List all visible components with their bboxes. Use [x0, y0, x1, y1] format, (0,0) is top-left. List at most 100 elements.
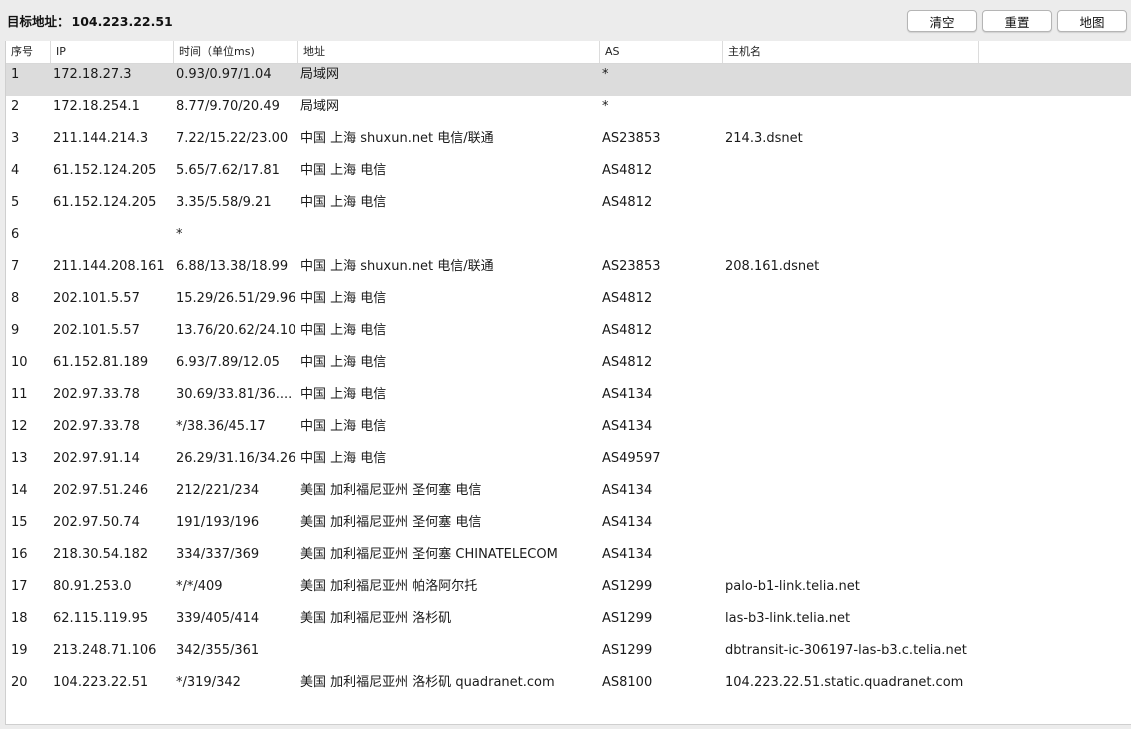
as-cell: AS49597 — [602, 451, 661, 466]
ip-cell: 172.18.27.3 — [53, 67, 132, 82]
table-row[interactable]: 11 202.97.33.78 30.69/33.81/36.... 中国 上海 电信… — [6, 384, 1131, 416]
table-row[interactable]: 14 202.97.51.246 212/221/234 美国 加利福尼亚州 圣何塞 … — [6, 480, 1131, 512]
as-cell: AS4134 — [602, 515, 653, 530]
hostname-cell — [725, 96, 1125, 118]
table-row[interactable]: 7 211.144.208.161 6.88/13.38/18.99 中国 上海 sh… — [6, 256, 1131, 288]
hostname-cell — [725, 320, 1125, 342]
as-cell: AS4812 — [602, 323, 653, 338]
hostname-cell — [725, 224, 1125, 246]
ip-cell: 80.91.253.0 — [53, 579, 132, 594]
table-row[interactable]: 19 213.248.71.106 342/355/361 AS1299 dbtrans… — [6, 640, 1131, 672]
hop-cell: 17 — [11, 579, 28, 594]
ip-cell: 61.152.124.205 — [53, 163, 157, 178]
ip-cell: 104.223.22.51 — [53, 675, 149, 690]
column-header-ip[interactable]: IP — [51, 41, 174, 63]
time-cell: 26.29/31.16/34.26 — [176, 451, 295, 466]
hostname-cell: dbtransit-ic-306197-las-b3.c.telia.net — [725, 643, 967, 658]
hop-cell: 15 — [11, 515, 28, 530]
map-button[interactable]: 地图 — [1057, 10, 1127, 32]
table-row[interactable]: 6 * — [6, 224, 1131, 256]
hop-cell: 8 — [11, 291, 20, 306]
table-row[interactable]: 9 202.101.5.57 13.76/20.62/24.10 中国 上海 电信 AS… — [6, 320, 1131, 352]
ip-cell: 218.30.54.182 — [53, 547, 149, 562]
reset-button[interactable]: 重置 — [982, 10, 1052, 32]
hop-cell: 6 — [11, 227, 20, 242]
location-cell: 中国 上海 shuxun.net 电信/联通 — [300, 131, 494, 146]
table-row[interactable]: 13 202.97.91.14 26.29/31.16/34.26 中国 上海 电信 A… — [6, 448, 1131, 480]
hop-cell: 19 — [11, 643, 28, 658]
table-row[interactable]: 18 62.115.119.95 339/405/414 美国 加利福尼亚州 洛杉矶 A… — [6, 608, 1131, 640]
as-cell: AS1299 — [602, 579, 653, 594]
location-cell: 中国 上海 电信 — [300, 195, 387, 210]
as-cell — [602, 224, 720, 246]
as-cell: AS4812 — [602, 355, 653, 370]
time-cell: 7.22/15.22/23.00 — [176, 131, 289, 146]
as-cell: AS4812 — [602, 195, 653, 210]
table-row[interactable]: 20 104.223.22.51 */319/342 美国 加利福尼亚州 洛杉矶 qu… — [6, 672, 1131, 704]
target-address-label: 目标地址： — [7, 14, 70, 29]
hop-cell: 10 — [11, 355, 28, 370]
as-cell: AS4134 — [602, 387, 653, 402]
column-header-time[interactable]: 时间（单位ms) — [174, 41, 298, 63]
location-cell: 美国 加利福尼亚州 圣何塞 电信 — [300, 515, 482, 530]
traceroute-table[interactable]: 序号 IP 时间（单位ms) 地址 AS 主机名 1 172.18.27.3 0.9… — [5, 41, 1131, 725]
as-cell: AS4812 — [602, 291, 653, 306]
hop-cell: 13 — [11, 451, 28, 466]
column-header-hostname[interactable]: 主机名 — [723, 41, 979, 63]
ip-cell: 211.144.214.3 — [53, 131, 149, 146]
hostname-cell — [725, 416, 1125, 438]
table-row[interactable]: 2 172.18.254.1 8.77/9.70/20.49 局域网 * — [6, 96, 1131, 128]
table-row[interactable]: 1 172.18.27.3 0.93/0.97/1.04 局域网 * — [6, 64, 1131, 96]
table-header: 序号 IP 时间（单位ms) 地址 AS 主机名 — [6, 41, 1131, 64]
table-row[interactable]: 3 211.144.214.3 7.22/15.22/23.00 中国 上海 shux… — [6, 128, 1131, 160]
hostname-cell: 104.223.22.51.static.quadranet.com — [725, 675, 964, 690]
time-cell: 6.93/7.89/12.05 — [176, 355, 280, 370]
table-row[interactable]: 16 218.30.54.182 334/337/369 美国 加利福尼亚州 圣何塞 … — [6, 544, 1131, 576]
time-cell: */319/342 — [176, 675, 241, 690]
hop-cell: 2 — [11, 99, 20, 114]
hostname-cell — [725, 512, 1125, 534]
as-cell: AS4134 — [602, 419, 653, 434]
ip-cell: 202.97.33.78 — [53, 419, 140, 434]
column-header-location[interactable]: 地址 — [298, 41, 600, 63]
table-row[interactable]: 12 202.97.33.78 */38.36/45.17 中国 上海 电信 AS413… — [6, 416, 1131, 448]
location-cell — [300, 640, 600, 662]
table-row[interactable]: 8 202.101.5.57 15.29/26.51/29.96 中国 上海 电信 AS… — [6, 288, 1131, 320]
time-cell: * — [176, 227, 183, 242]
clear-button[interactable]: 清空 — [907, 10, 977, 32]
table-row[interactable]: 10 61.152.81.189 6.93/7.89/12.05 中国 上海 电信 AS… — [6, 352, 1131, 384]
hostname-cell: 214.3.dsnet — [725, 131, 803, 146]
table-row[interactable]: 4 61.152.124.205 5.65/7.62/17.81 中国 上海 电信 AS… — [6, 160, 1131, 192]
table-row[interactable]: 17 80.91.253.0 */*/409 美国 加利福尼亚州 帕洛阿尔托 AS129… — [6, 576, 1131, 608]
hostname-cell: palo-b1-link.telia.net — [725, 579, 860, 594]
location-cell: 中国 上海 电信 — [300, 387, 387, 402]
ip-cell: 62.115.119.95 — [53, 611, 149, 626]
column-header-as[interactable]: AS — [600, 41, 723, 63]
hop-cell: 1 — [11, 67, 20, 82]
location-cell: 美国 加利福尼亚州 圣何塞 CHINATELECOM — [300, 547, 558, 562]
hop-cell: 14 — [11, 483, 28, 498]
time-cell: 3.35/5.58/9.21 — [176, 195, 272, 210]
as-cell: AS1299 — [602, 611, 653, 626]
location-cell: 美国 加利福尼亚州 洛杉矶 — [300, 611, 452, 626]
time-cell: 212/221/234 — [176, 483, 260, 498]
location-cell: 中国 上海 电信 — [300, 291, 387, 306]
as-cell: AS8100 — [602, 675, 653, 690]
hop-cell: 20 — [11, 675, 28, 690]
hostname-cell: las-b3-link.telia.net — [725, 611, 851, 626]
hostname-cell — [725, 160, 1125, 182]
table-row[interactable]: 5 61.152.124.205 3.35/5.58/9.21 中国 上海 电信 AS4… — [6, 192, 1131, 224]
time-cell: 0.93/0.97/1.04 — [176, 67, 272, 82]
hostname-cell — [725, 448, 1125, 470]
ip-cell: 61.152.124.205 — [53, 195, 157, 210]
column-header-hop[interactable]: 序号 — [6, 41, 51, 63]
hostname-cell — [725, 352, 1125, 374]
hop-cell: 7 — [11, 259, 20, 274]
table-row[interactable]: 15 202.97.50.74 191/193/196 美国 加利福尼亚州 圣何塞 电… — [6, 512, 1131, 544]
hop-cell: 3 — [11, 131, 20, 146]
hop-cell: 5 — [11, 195, 20, 210]
location-cell: 美国 加利福尼亚州 洛杉矶 quadranet.com — [300, 675, 555, 690]
time-cell: */38.36/45.17 — [176, 419, 266, 434]
time-cell: 13.76/20.62/24.10 — [176, 323, 295, 338]
time-cell: 30.69/33.81/36.... — [176, 387, 293, 402]
